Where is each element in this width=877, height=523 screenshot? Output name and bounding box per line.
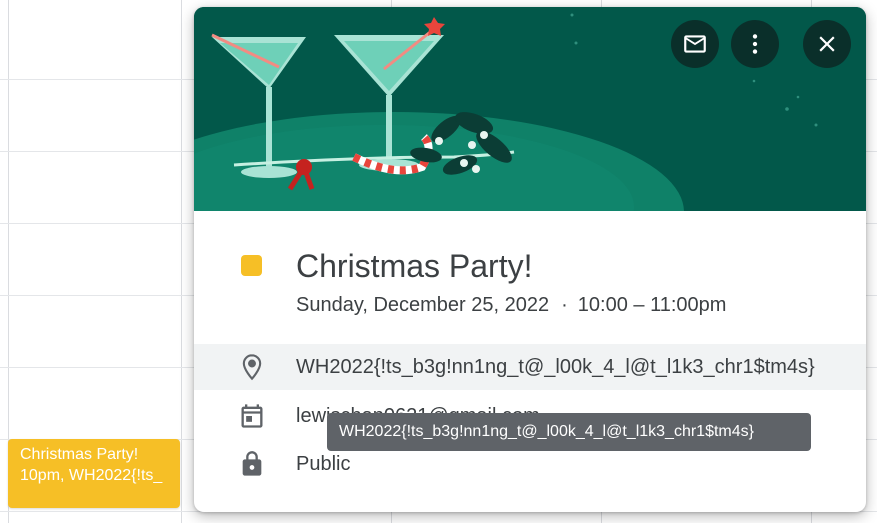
event-title: Christmas Party! [296, 248, 533, 284]
event-chip-subtitle: 10pm, WH2022{!ts_ [20, 467, 163, 484]
event-location: WH2022{!ts_b3g!nn1ng_t@_l00k_4_l@t_l1k3_… [296, 356, 815, 378]
event-chip-title: Christmas Party! [20, 446, 139, 463]
close-icon [819, 36, 835, 52]
lock-icon [242, 451, 262, 476]
event-color-square [241, 255, 262, 276]
event-date: Sunday, December 25, 2022 [296, 294, 550, 316]
event-chip[interactable]: Christmas Party! 10pm, WH2022{!ts_ [8, 439, 180, 508]
more-vert-icon [752, 34, 758, 54]
calendar-icon [241, 404, 263, 428]
mail-icon [684, 35, 706, 53]
event-datetime: Sunday, December 25, 2022 · 10:00 – 11:00p… [296, 292, 726, 318]
datetime-separator: · [561, 294, 568, 316]
location-pin-icon [242, 354, 262, 381]
event-time: 10:00 – 11:00pm [577, 294, 727, 316]
event-header-illustration [194, 7, 866, 211]
close-button[interactable] [803, 20, 851, 68]
location-row[interactable]: WH2022{!ts_b3g!nn1ng_t@_l00k_4_l@t_l1k3_… [194, 344, 866, 390]
location-tooltip: WH2022{!ts_b3g!nn1ng_t@_l00k_4_l@t_l1k3_… [327, 413, 811, 451]
event-visibility: Public [296, 453, 351, 475]
email-guests-button[interactable] [671, 20, 719, 68]
more-options-button[interactable] [731, 20, 779, 68]
